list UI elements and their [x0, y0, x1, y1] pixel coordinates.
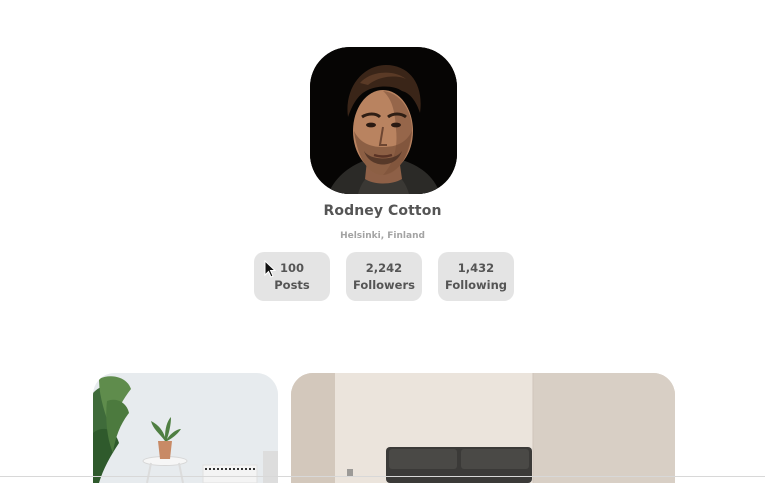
stat-posts-label: Posts — [274, 278, 310, 292]
stat-following[interactable]: 1,432 Following — [438, 252, 514, 301]
gallery-photo-plant-room[interactable] — [93, 373, 278, 483]
stat-followers-label: Followers — [352, 278, 415, 292]
avatar-portrait — [310, 47, 457, 194]
gallery-photo-image — [291, 373, 675, 483]
mouse-pointer-icon — [264, 260, 276, 278]
gallery-photo-image — [93, 373, 278, 483]
gallery-photo-living-room[interactable] — [291, 373, 675, 483]
stat-following-label: Following — [444, 278, 508, 292]
stat-followers[interactable]: 2,242 Followers — [346, 252, 422, 301]
profile-name: Rodney Cotton — [323, 203, 442, 219]
profile-location: Helsinki, Finland — [340, 231, 425, 241]
stat-following-value: 1,432 — [457, 261, 495, 275]
avatar[interactable] — [310, 47, 457, 194]
divider — [0, 476, 765, 477]
stat-followers-value: 2,242 — [365, 261, 403, 275]
